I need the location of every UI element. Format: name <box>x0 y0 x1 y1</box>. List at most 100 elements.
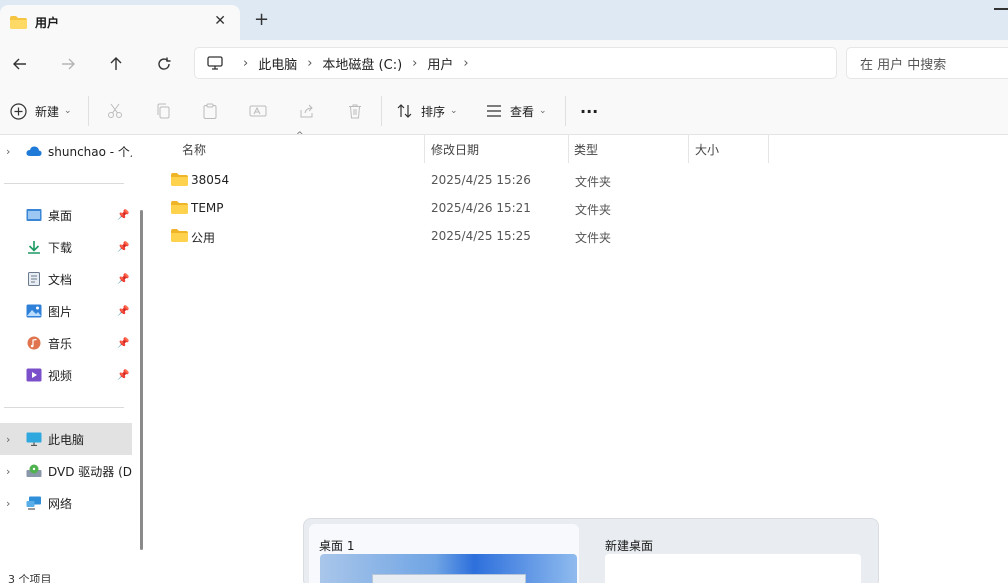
chevron-right-icon[interactable]: › <box>6 497 10 510</box>
new-button[interactable]: 新建 ⌄ <box>10 99 72 123</box>
view-button[interactable]: 查看 ⌄ <box>486 99 547 123</box>
arrow-right-icon <box>62 58 75 70</box>
sidebar-item-label: shunchao - 个人 <box>48 144 132 159</box>
breadcrumb-users[interactable]: 用户 <box>427 54 453 73</box>
tab-title: 用户 <box>35 16 60 30</box>
arrow-left-icon <box>13 58 26 70</box>
computer-icon <box>26 432 42 446</box>
music-icon <box>27 336 41 350</box>
sort-icon <box>397 104 412 118</box>
sidebar-item-label: 音乐 <box>48 336 73 351</box>
sidebar-item-label: 网络 <box>48 496 73 511</box>
file-type: 文件夹 <box>575 203 612 217</box>
view-label: 查看 <box>510 104 535 119</box>
sort-label: 排序 <box>421 104 446 119</box>
back-button[interactable] <box>8 52 32 76</box>
chevron-right-icon[interactable]: › <box>6 145 10 158</box>
chevron-right-icon[interactable]: › <box>6 465 10 478</box>
computer-icon <box>207 56 223 70</box>
sidebar-item-dvd[interactable]: › DVD 驱动器 (D: <box>0 455 132 487</box>
sidebar-item-desktop[interactable]: 桌面 📌 <box>0 199 132 231</box>
file-type: 文件夹 <box>575 231 612 245</box>
column-divider[interactable] <box>688 135 689 163</box>
sidebar-item-label: 此电脑 <box>48 432 85 447</box>
pin-icon[interactable]: 📌 <box>117 338 129 349</box>
share-icon[interactable] <box>296 100 318 122</box>
column-divider[interactable] <box>768 135 769 163</box>
file-list: ^ 名称 修改日期 类型 大小 38054 2025/4/25 15:26 文件… <box>150 131 1008 583</box>
pin-icon[interactable]: 📌 <box>117 210 129 221</box>
table-row[interactable]: 38054 2025/4/25 15:26 文件夹 <box>166 167 766 193</box>
column-header-date[interactable]: 修改日期 <box>431 135 479 163</box>
plus-circle-icon <box>10 102 27 120</box>
file-name: 38054 <box>191 173 230 187</box>
chevron-right-icon[interactable]: › <box>307 56 312 71</box>
desktop-1-thumbnail[interactable]: 桌面 1 <box>309 524 579 583</box>
network-icon <box>26 496 41 510</box>
sidebar-item-downloads[interactable]: 下载 📌 <box>0 231 132 263</box>
chevron-right-icon[interactable]: › <box>412 56 417 71</box>
pin-icon[interactable]: 📌 <box>117 274 129 285</box>
sidebar-item-documents[interactable]: 文档 📌 <box>0 263 132 295</box>
refresh-button[interactable] <box>152 52 176 76</box>
sidebar-item-network[interactable]: › 网络 <box>0 487 132 519</box>
rename-icon[interactable] <box>247 100 269 122</box>
minimize-button[interactable] <box>994 8 1008 10</box>
chevron-down-icon: ⌄ <box>64 106 72 116</box>
window-preview <box>372 574 526 583</box>
breadcrumb-local-disk[interactable]: 本地磁盘 (C:) <box>322 54 402 73</box>
breadcrumb-this-pc[interactable]: 此电脑 <box>258 54 297 73</box>
chevron-right-icon[interactable]: › <box>6 433 10 446</box>
search-input[interactable]: 在 用户 中搜索 <box>846 47 1008 79</box>
task-view-bar: 桌面 1 新建桌面 <box>303 518 879 583</box>
pin-icon[interactable]: 📌 <box>117 306 129 317</box>
command-bar: 新建 ⌄ 排序 ⌄ 查看 ⌄ ··· <box>0 87 1008 135</box>
chevron-right-icon[interactable]: › <box>463 56 468 71</box>
close-tab-icon[interactable]: ✕ <box>214 13 226 29</box>
sidebar-item-label: 文档 <box>48 272 73 287</box>
table-row[interactable]: TEMP 2025/4/26 15:21 文件夹 <box>166 195 766 221</box>
new-tab-button[interactable]: + <box>254 11 269 29</box>
forward-button[interactable] <box>56 52 80 76</box>
column-header-type[interactable]: 类型 <box>574 135 598 163</box>
navigation-bar: › 此电脑 › 本地磁盘 (C:) › 用户 › 在 用户 中搜索 <box>0 40 1008 87</box>
new-label: 新建 <box>35 104 60 119</box>
sort-button[interactable]: 排序 ⌄ <box>397 99 458 123</box>
file-name: TEMP <box>191 201 224 215</box>
tab-users[interactable]: 用户 ✕ <box>0 5 240 40</box>
address-bar[interactable]: › 此电脑 › 本地磁盘 (C:) › 用户 › <box>194 47 837 79</box>
column-header-name[interactable]: 名称 <box>182 135 206 163</box>
arrow-up-icon <box>110 57 122 70</box>
sidebar-item-music[interactable]: 音乐 📌 <box>0 327 132 359</box>
pin-icon[interactable]: 📌 <box>117 242 129 253</box>
sidebar-item-pictures[interactable]: 图片 📌 <box>0 295 132 327</box>
new-desktop-button[interactable]: 新建桌面 <box>595 524 865 583</box>
up-button[interactable] <box>104 52 128 76</box>
pictures-icon <box>26 304 42 318</box>
sidebar-scrollbar[interactable] <box>140 210 143 550</box>
sidebar-item-label: 下载 <box>48 240 73 255</box>
copy-icon[interactable] <box>152 100 174 122</box>
delete-icon[interactable] <box>344 100 366 122</box>
toolbar-divider <box>381 96 382 126</box>
pin-icon[interactable]: 📌 <box>117 370 129 381</box>
new-desktop-label: 新建桌面 <box>605 539 654 553</box>
sidebar-item-this-pc[interactable]: › 此电脑 <box>0 423 132 455</box>
file-date: 2025/4/25 15:25 <box>431 229 531 243</box>
table-row[interactable]: 公用 2025/4/25 15:25 文件夹 <box>166 223 766 249</box>
column-divider[interactable] <box>424 135 425 163</box>
cut-icon[interactable] <box>104 100 126 122</box>
sidebar-item-label: 桌面 <box>48 208 73 223</box>
chevron-right-icon[interactable]: › <box>243 56 248 71</box>
paste-icon[interactable] <box>199 100 221 122</box>
more-options-button[interactable]: ··· <box>580 99 598 123</box>
column-divider[interactable] <box>568 135 569 163</box>
column-header-size[interactable]: 大小 <box>695 135 719 163</box>
sidebar-item-videos[interactable]: 视频 📌 <box>0 359 132 391</box>
file-date: 2025/4/25 15:26 <box>431 173 531 187</box>
sidebar-item-onedrive[interactable]: › shunchao - 个人 <box>0 135 132 167</box>
chevron-down-icon: ⌄ <box>539 106 547 116</box>
document-icon <box>28 272 40 286</box>
download-icon <box>28 241 40 254</box>
sidebar-divider <box>4 407 124 408</box>
